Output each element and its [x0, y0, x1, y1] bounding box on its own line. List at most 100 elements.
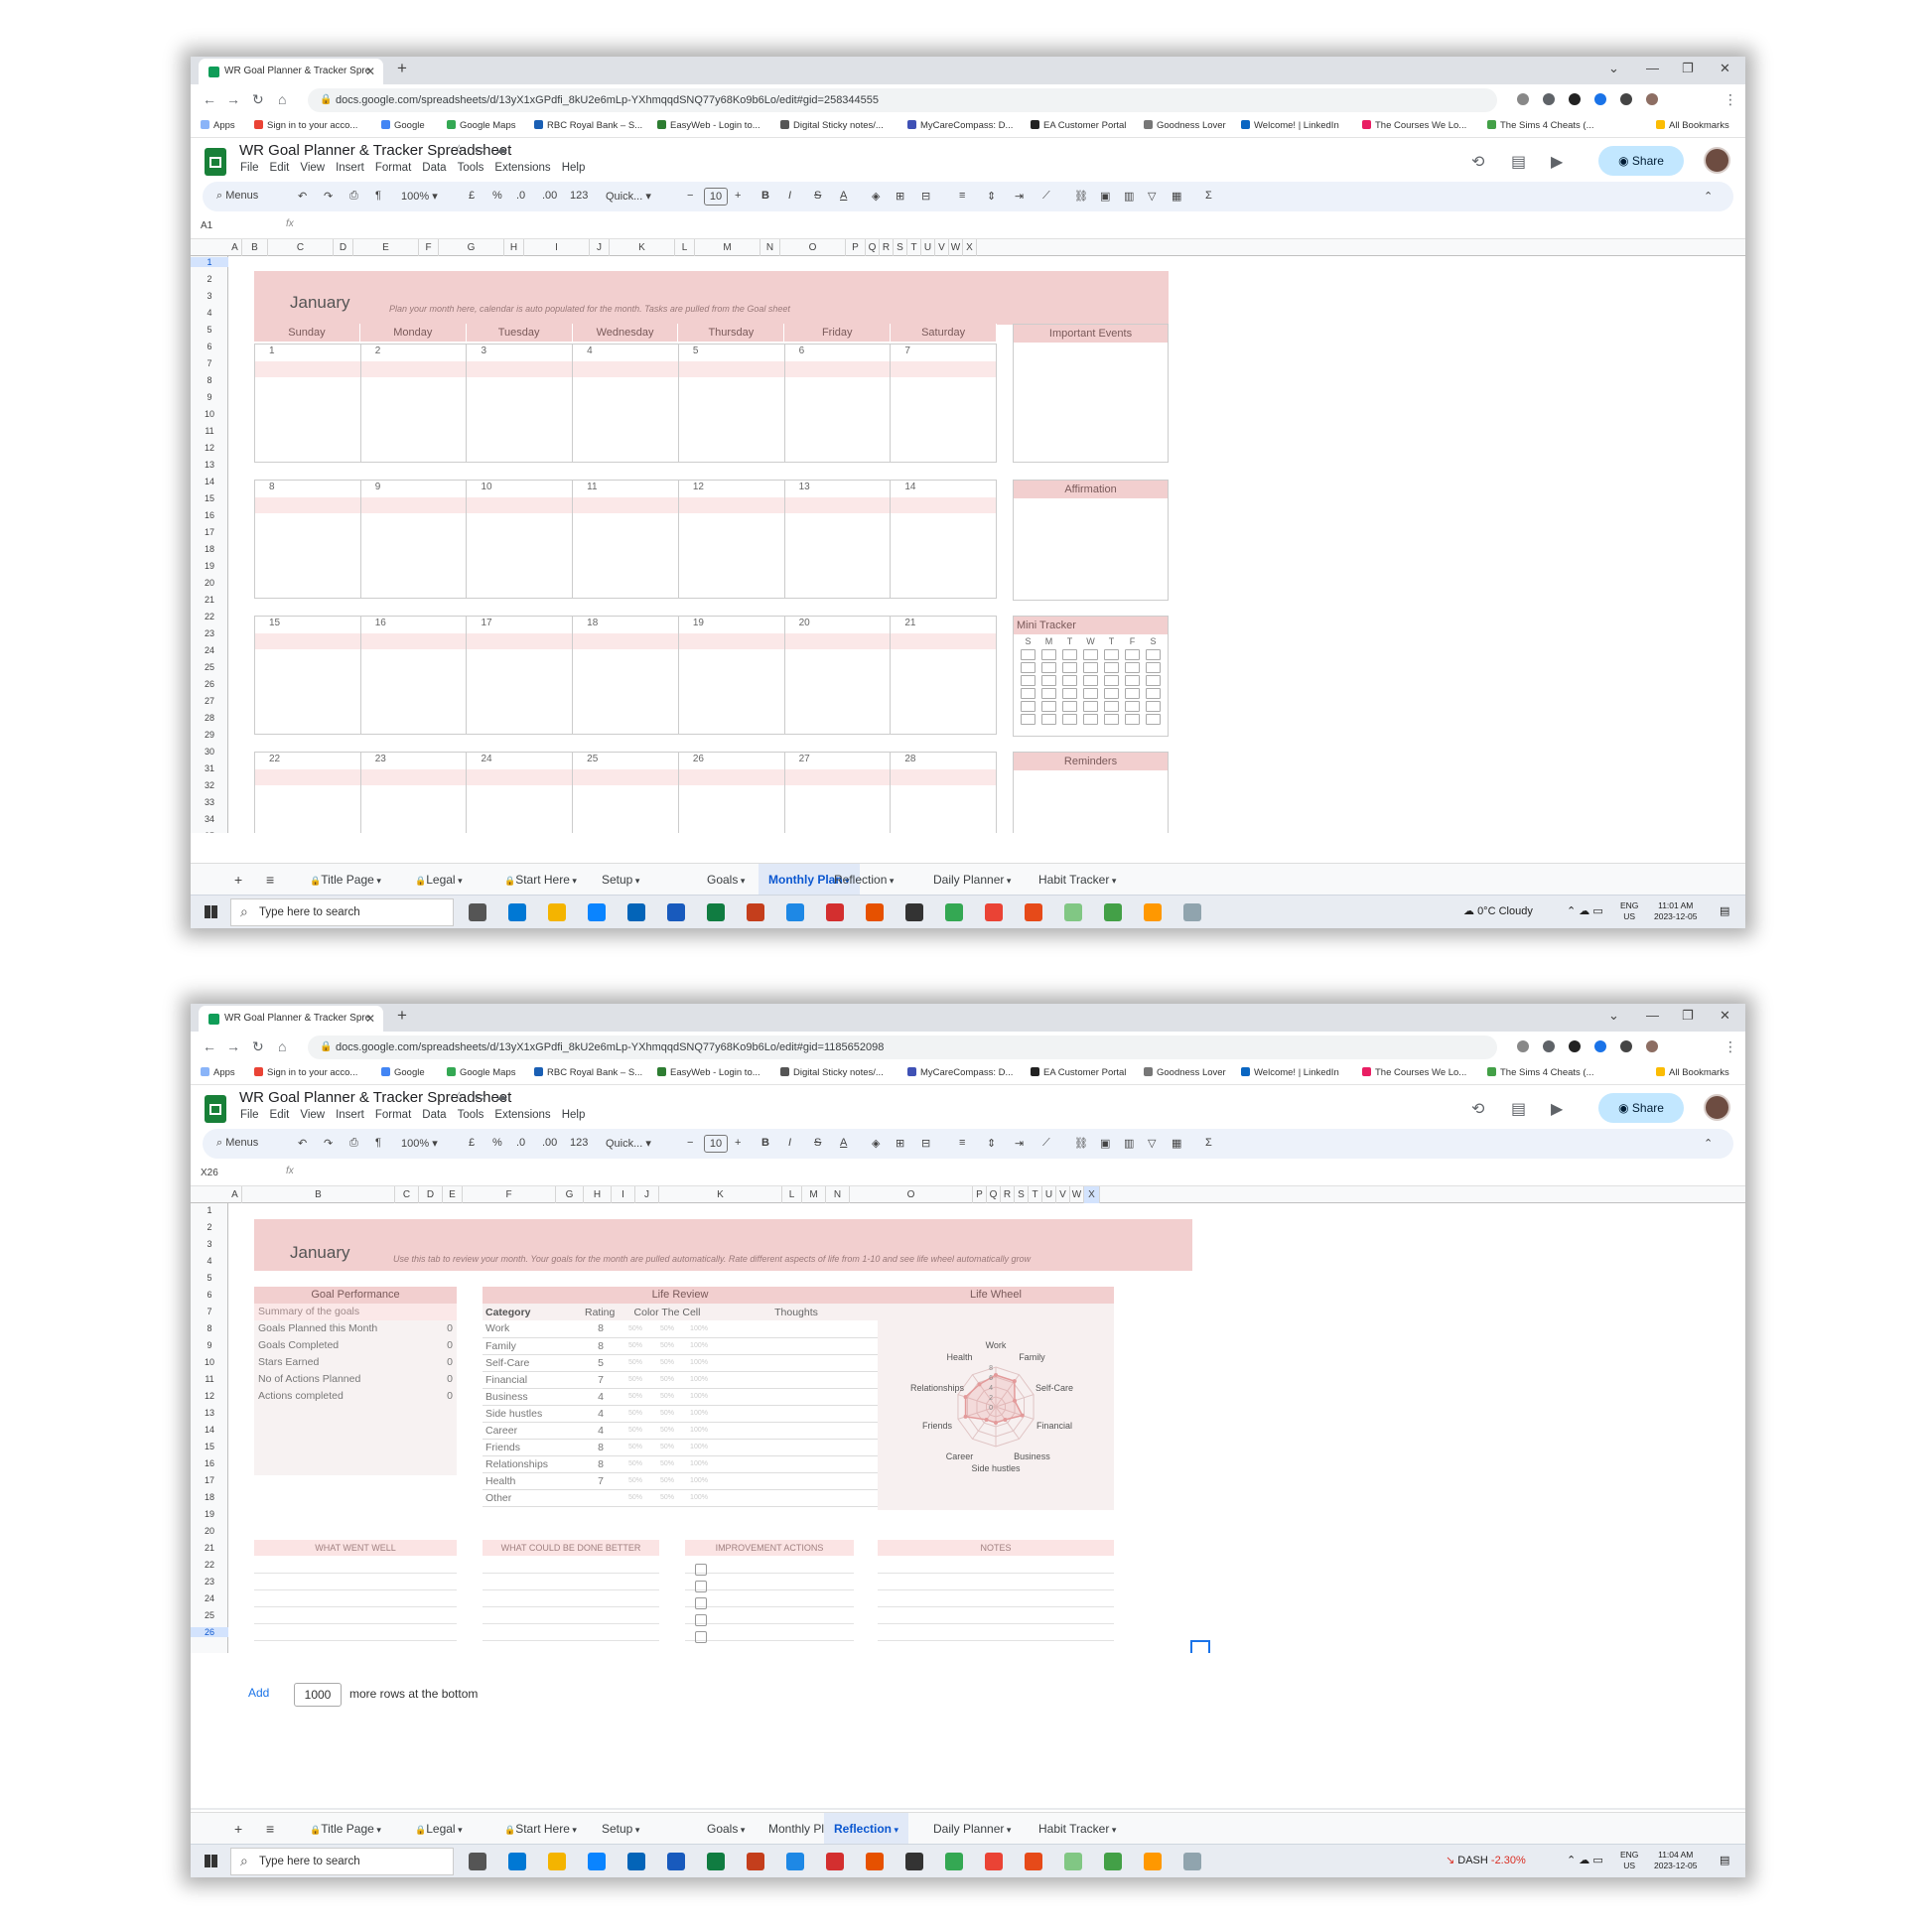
tracker-checkbox[interactable]: [1062, 675, 1077, 686]
restore-icon[interactable]: ❐: [1682, 61, 1694, 76]
collapse-toolbar-icon[interactable]: ⌃: [1704, 190, 1713, 203]
sheet-tab[interactable]: Habit Tracker ▾: [1038, 873, 1116, 887]
whatsapp-icon[interactable]: [1104, 903, 1122, 921]
link-icon[interactable]: ⛓: [1074, 190, 1088, 203]
outlook-icon[interactable]: [627, 1853, 645, 1870]
strikethrough-button[interactable]: S: [814, 190, 821, 202]
column-header[interactable]: S: [894, 239, 907, 256]
tracker-checkbox[interactable]: [1125, 649, 1140, 660]
color-cell[interactable]: 100%: [683, 1455, 715, 1473]
tracker-checkbox[interactable]: [1041, 688, 1056, 699]
row-header[interactable]: 17: [191, 527, 228, 537]
note-line[interactable]: [878, 1623, 1114, 1624]
font-size-input[interactable]: 10: [704, 1135, 728, 1153]
column-header[interactable]: M: [802, 1186, 826, 1203]
font-select[interactable]: Quick... ▾: [606, 190, 651, 203]
cloud-icon[interactable]: ☁: [495, 142, 507, 156]
calendar-day[interactable]: 13: [784, 481, 892, 598]
row-header[interactable]: 29: [191, 730, 228, 740]
chevron-down-icon[interactable]: ▾: [632, 876, 640, 886]
extension-icon[interactable]: [1594, 93, 1606, 105]
bookmark-item[interactable]: Apps: [201, 120, 235, 131]
tracker-checkbox[interactable]: [1146, 688, 1161, 699]
merge-icon[interactable]: ⊟: [921, 190, 930, 203]
row-header[interactable]: 16: [191, 1458, 228, 1468]
column-header[interactable]: F: [463, 1186, 556, 1203]
functions-button[interactable]: Σ: [1205, 1137, 1212, 1149]
calendar-day[interactable]: 2: [360, 345, 468, 462]
menu-insert[interactable]: Insert: [336, 162, 364, 174]
tracker-checkbox[interactable]: [1021, 675, 1035, 686]
cloud-icon[interactable]: ☁: [495, 1089, 507, 1103]
row-header[interactable]: 11: [191, 426, 228, 436]
fill-color-icon[interactable]: ◈: [872, 190, 880, 203]
extension-icon[interactable]: [1594, 1040, 1606, 1052]
thoughts-cell[interactable]: [715, 1405, 878, 1423]
color-cell[interactable]: 50%: [620, 1337, 651, 1355]
currency-button[interactable]: £: [469, 1137, 475, 1149]
strikethrough-button[interactable]: S: [814, 1137, 821, 1149]
calendar-day[interactable]: 21: [891, 617, 997, 734]
home-icon[interactable]: ⌂: [278, 1038, 286, 1054]
row-header[interactable]: 24: [191, 1593, 228, 1603]
category-cell[interactable]: Health: [483, 1472, 582, 1490]
word-icon[interactable]: [667, 903, 685, 921]
tracker-checkbox[interactable]: [1041, 649, 1056, 660]
bookmark-item[interactable]: Welcome! | LinkedIn: [1241, 1067, 1339, 1078]
chrome-icon[interactable]: [985, 1853, 1003, 1870]
video-call-icon[interactable]: ▶: [1551, 1099, 1563, 1119]
column-header[interactable]: V: [935, 239, 949, 256]
edge-icon[interactable]: [588, 1853, 606, 1870]
tracker-checkbox[interactable]: [1041, 675, 1056, 686]
column-header[interactable]: S: [1015, 1186, 1029, 1203]
row-header[interactable]: 7: [191, 1307, 228, 1316]
color-cell[interactable]: 100%: [683, 1337, 715, 1355]
column-header[interactable]: D: [419, 1186, 443, 1203]
app-icon[interactable]: [1064, 1853, 1082, 1870]
bold-button[interactable]: B: [761, 190, 769, 202]
sheet-tab[interactable]: 🔒Title Page ▾: [310, 1822, 381, 1836]
sheet-tab[interactable]: Habit Tracker ▾: [1038, 1822, 1116, 1836]
row-header[interactable]: 3: [191, 291, 228, 301]
menu-view[interactable]: View: [300, 162, 325, 174]
column-header[interactable]: J: [635, 1186, 659, 1203]
category-cell[interactable]: Family: [483, 1337, 582, 1355]
row-header[interactable]: 24: [191, 645, 228, 655]
row-header[interactable]: 2: [191, 1222, 228, 1232]
align-icon[interactable]: ≡: [959, 1137, 965, 1149]
profile-icon[interactable]: [1646, 93, 1658, 105]
chevron-down-icon[interactable]: ▾: [738, 876, 746, 886]
zoom-select[interactable]: 100% ▾: [401, 1137, 438, 1150]
restore-icon[interactable]: ❐: [1682, 1008, 1694, 1024]
row-header[interactable]: 28: [191, 713, 228, 723]
note-line[interactable]: [878, 1589, 1114, 1590]
thoughts-cell[interactable]: [715, 1320, 878, 1338]
font-size-input[interactable]: 10: [704, 188, 728, 206]
note-line[interactable]: [254, 1589, 457, 1590]
file-explorer-icon[interactable]: [548, 903, 566, 921]
row-header[interactable]: 11: [191, 1374, 228, 1384]
tracker-checkbox[interactable]: [1125, 701, 1140, 712]
chevron-down-icon[interactable]: ▾: [887, 876, 895, 886]
calendar-day[interactable]: 11: [573, 481, 679, 598]
comment-icon[interactable]: ▤: [1511, 1099, 1526, 1119]
tracker-checkbox[interactable]: [1083, 714, 1098, 725]
color-cell[interactable]: 100%: [683, 1489, 715, 1507]
column-header[interactable]: P: [846, 239, 866, 256]
link-icon[interactable]: ⛓: [1074, 1137, 1088, 1150]
column-header[interactable]: G: [556, 1186, 584, 1203]
color-cell[interactable]: 50%: [651, 1337, 683, 1355]
row-header[interactable]: 18: [191, 1492, 228, 1502]
star-icon[interactable]: ☆: [454, 142, 465, 156]
chevron-down-icon[interactable]: ▾: [1109, 876, 1117, 886]
app-icon[interactable]: [786, 903, 804, 921]
print-icon[interactable]: ⎙: [349, 190, 358, 203]
tracker-checkbox[interactable]: [1041, 701, 1056, 712]
column-header[interactable]: T: [1029, 1186, 1042, 1203]
chevron-down-icon[interactable]: ▾: [738, 1825, 746, 1835]
column-header[interactable]: I: [524, 239, 590, 256]
tracker-checkbox[interactable]: [1083, 701, 1098, 712]
rating-cell[interactable]: 4: [582, 1388, 620, 1406]
rating-cell[interactable]: 8: [582, 1320, 620, 1338]
column-header[interactable]: P: [973, 1186, 987, 1203]
